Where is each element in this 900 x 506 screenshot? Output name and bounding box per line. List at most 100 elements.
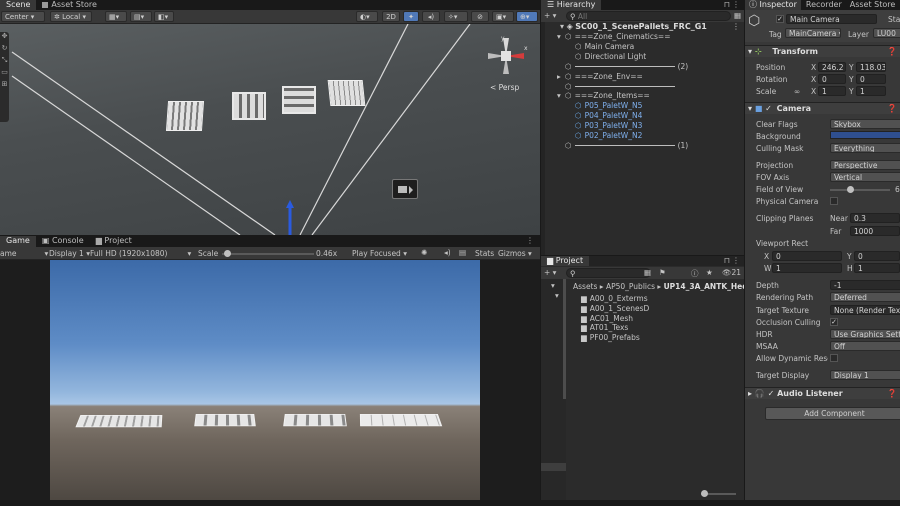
scale-slider-thumb[interactable] xyxy=(223,250,231,257)
msaa-dropdown[interactable]: Off xyxy=(830,341,900,351)
hierarchy-row[interactable]: ▾ ⬡ ===Zone_Cinematics== xyxy=(541,32,744,42)
expand-arrow-icon[interactable]: ▾ xyxy=(557,91,565,101)
tab-asset-store[interactable]: Asset Store xyxy=(36,0,103,10)
effects-toggle[interactable]: ✧▾ xyxy=(444,11,468,22)
pallet-3d-1[interactable] xyxy=(75,415,163,428)
game-mode-dropdown[interactable]: ame ▾ xyxy=(0,249,48,258)
audio-listener-header[interactable]: ▸ 🎧 ✓ Audio Listener ❓ xyxy=(745,387,900,399)
hierarchy-row[interactable]: ⬡ Directional Light xyxy=(541,52,744,62)
rotation-x[interactable]: 0 xyxy=(818,74,846,84)
mute-audio-icon[interactable]: ◂) xyxy=(444,248,451,257)
transform-tool-icon[interactable]: ⊞ xyxy=(0,80,9,92)
scale-slider[interactable] xyxy=(222,250,314,257)
hierarchy-row[interactable]: ▸ ⬡ ===Zone_Env== xyxy=(541,72,744,82)
position-x[interactable]: 246.2 xyxy=(818,62,846,72)
pallet-top-3[interactable] xyxy=(282,86,316,114)
occlusion-culling-checkbox[interactable]: ✓ xyxy=(830,318,838,326)
draw-mode-button[interactable]: ◐▾ xyxy=(356,11,378,22)
hierarchy-row[interactable]: ⬡ P04_PaletW_N4 xyxy=(541,111,744,121)
object-name-field[interactable]: Main Camera xyxy=(786,14,877,24)
tree-arrow-icon-2[interactable]: ▾ xyxy=(555,291,559,300)
audio-enabled-checkbox[interactable]: ✓ xyxy=(768,389,775,398)
add-component-button[interactable]: Add Component xyxy=(765,407,900,420)
constrain-scale-icon[interactable]: ∞ xyxy=(794,87,800,96)
breadcrumb-item-2[interactable]: UP14_3A_ANTK_Hed xyxy=(664,282,744,291)
viewport-w[interactable]: 1 xyxy=(772,263,842,273)
layer-dropdown[interactable]: LU00_ xyxy=(873,28,900,38)
scene-menu-icon[interactable]: ⋮ xyxy=(732,22,740,32)
transform-header[interactable]: ▾ ⊹ Transform ❓ xyxy=(745,45,900,57)
pivot-toggle[interactable]: Center ▾ xyxy=(1,11,45,22)
scale-y[interactable]: 1 xyxy=(856,86,886,96)
play-mode-dropdown[interactable]: Play Focused ▾ xyxy=(352,249,407,258)
hierarchy-search[interactable]: ⚲ All xyxy=(566,11,731,21)
pallet-3d-2[interactable] xyxy=(194,414,256,427)
move-tool-icon[interactable]: ✥ xyxy=(0,32,9,44)
display-dropdown[interactable]: Display 1 ▾ xyxy=(49,249,90,258)
viewport-y[interactable]: 0 xyxy=(854,251,900,261)
hierarchy-lock-icon[interactable]: ⊓ xyxy=(724,0,730,9)
scale-x[interactable]: 1 xyxy=(818,86,846,96)
hierarchy-row[interactable]: ⬡ Main Camera xyxy=(541,42,744,52)
fold-arrow-icon[interactable]: ▾ xyxy=(748,47,752,56)
hierarchy-row[interactable]: ⬡ P02_PaletW_N2 xyxy=(541,131,744,141)
hierarchy-row[interactable]: ⬡ P05_PaletW_N5 xyxy=(541,101,744,111)
scale-tool-icon[interactable]: ⤡ xyxy=(0,56,9,68)
active-checkbox[interactable]: ✓ xyxy=(776,15,784,23)
bug-icon[interactable]: ✺ xyxy=(421,248,427,257)
fov-slider[interactable] xyxy=(830,186,890,193)
orientation-gizmo[interactable]: y x xyxy=(484,34,530,80)
icon-size-thumb[interactable] xyxy=(701,490,708,497)
viewport-x[interactable]: 0 xyxy=(772,251,842,261)
info-icon[interactable]: ⓘ xyxy=(691,268,699,279)
pallet-top-2[interactable] xyxy=(232,92,266,120)
culling-mask-dropdown[interactable]: Everything xyxy=(830,143,900,153)
scene-root-row[interactable]: ▾ ◈ SC00_1_ScenePallets_FRC_G1 ⋮ xyxy=(541,22,744,32)
hierarchy-row[interactable]: ⬡ (1) xyxy=(541,141,744,151)
project-menu-icon[interactable]: ⋮ xyxy=(732,256,740,265)
lighting-toggle[interactable]: ✦ xyxy=(403,11,419,22)
project-folder-item[interactable]: ▆ AC01_Mesh xyxy=(581,314,741,324)
clear-flags-dropdown[interactable]: Skybox xyxy=(830,119,900,129)
snap-settings-button[interactable]: ◧▾ xyxy=(154,11,174,22)
hierarchy-row[interactable]: ⬡ (2) xyxy=(541,62,744,72)
tab-scene[interactable]: Scene xyxy=(0,0,37,10)
gizmos-dropdown[interactable]: Gizmos ▾ xyxy=(498,249,532,258)
breadcrumb-item-0[interactable]: Assets xyxy=(573,282,597,291)
tab-game[interactable]: Game xyxy=(0,236,36,247)
audio-help-icon[interactable]: ❓ xyxy=(887,388,897,399)
hierarchy-row[interactable]: ▾ ⬡ ===Zone_Items== xyxy=(541,91,744,101)
create-button[interactable]: + ▾ xyxy=(544,11,556,20)
game-view[interactable] xyxy=(50,260,480,500)
mode-2d-toggle[interactable]: 2D xyxy=(382,11,400,22)
tab-console[interactable]: ▣ Console xyxy=(36,236,90,246)
space-toggle[interactable]: ✲ Local ▾ xyxy=(50,11,92,22)
tab-project-panel[interactable]: ▆ Project xyxy=(541,256,590,266)
camera-enabled-checkbox[interactable]: ✓ xyxy=(765,104,772,113)
camera-settings-button[interactable]: ▣▾ xyxy=(492,11,514,22)
camera-fold-arrow-icon[interactable]: ▾ xyxy=(748,104,752,113)
camera-help-icon[interactable]: ❓ xyxy=(887,103,897,114)
depth-field[interactable]: -1 xyxy=(830,280,900,290)
favorite-icon[interactable]: ★ xyxy=(706,268,713,277)
project-folder-item[interactable]: ▆ PF00_Prefabs xyxy=(581,333,741,343)
tab-inspector-asset-store[interactable]: Asset Store xyxy=(847,0,899,10)
project-scrollbar[interactable] xyxy=(563,279,566,399)
stats-toggle[interactable]: Stats xyxy=(475,249,494,258)
search-by-label-icon[interactable]: ⚑ xyxy=(659,268,666,277)
tree-arrow-icon[interactable]: ▾ xyxy=(551,281,555,290)
far-field[interactable]: 1000 xyxy=(850,226,900,236)
camera-gizmo-icon[interactable] xyxy=(392,179,418,199)
near-field[interactable]: 0.3 xyxy=(850,213,900,223)
project-folder-item[interactable]: ▆ A00_1_ScenesD xyxy=(581,304,741,314)
hierarchy-menu-icon[interactable]: ⋮ xyxy=(732,0,740,9)
dynamic-resolution-checkbox[interactable] xyxy=(830,354,838,362)
expand-arrow-icon[interactable]: ▾ xyxy=(560,22,564,31)
tab-project[interactable]: ▆ Project xyxy=(90,236,138,246)
grid-snap-button[interactable]: ▦▾ xyxy=(105,11,127,22)
target-display-dropdown[interactable]: Display 1 xyxy=(830,370,900,380)
visibility-toggle[interactable]: ⊘ xyxy=(471,11,489,22)
icon-size-slider[interactable] xyxy=(701,490,736,497)
expand-arrow-icon[interactable]: ▸ xyxy=(557,72,565,82)
search-by-type-icon[interactable]: ▦ xyxy=(644,268,651,277)
